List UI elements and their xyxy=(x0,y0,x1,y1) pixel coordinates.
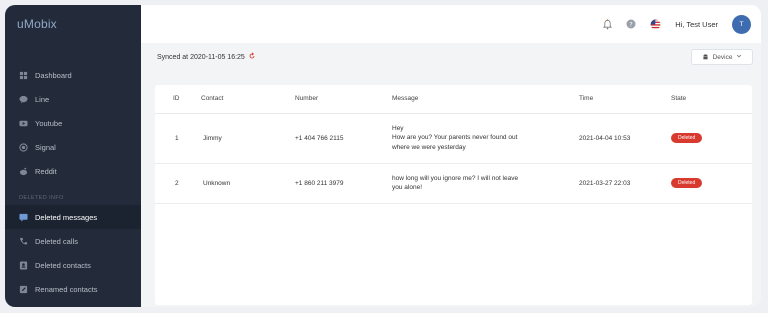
message-line: how long will you ignore me? I will not … xyxy=(392,174,519,182)
sidebar-item-label: Dashboard xyxy=(35,70,72,80)
avatar[interactable]: T xyxy=(732,14,751,34)
signal-icon xyxy=(19,142,28,152)
sidebar-item-label: Line xyxy=(35,94,50,104)
column-header-contact[interactable]: Contact xyxy=(183,85,277,114)
message-line: How are you? Your parents never found ou… xyxy=(392,134,518,142)
device-select[interactable]: Device xyxy=(691,49,753,65)
cell-number: +1 860 211 3979 xyxy=(277,163,374,204)
sidebar-item-deleted-contacts[interactable]: Deleted contacts xyxy=(5,253,141,277)
sidebar-item-label: Deleted messages xyxy=(35,212,98,222)
sidebar-item-signal[interactable]: Signal xyxy=(5,135,141,159)
android-icon xyxy=(702,53,709,62)
cell-message: how long will you ignore me? I will not … xyxy=(374,163,561,204)
section-label-deleted-info: DELETED INFO xyxy=(19,195,64,201)
message-line: Hey xyxy=(392,124,404,132)
line-icon xyxy=(19,95,28,104)
message-line: you alone! xyxy=(392,184,422,191)
column-header-number[interactable]: Number xyxy=(277,85,374,114)
table-row[interactable]: 1 Jimmy +1 404 766 2115 Hey How are you?… xyxy=(155,113,752,164)
sidebar-item-label: Youtube xyxy=(35,118,63,128)
sidebar-item-youtube[interactable]: Youtube xyxy=(5,111,141,135)
chevron-down-icon xyxy=(736,53,742,61)
column-header-id[interactable]: ID xyxy=(155,85,183,114)
cell-state: Deleted xyxy=(653,163,752,204)
cell-number: +1 404 766 2115 xyxy=(277,113,374,164)
sync-status-text: Synced at 2020-11-05 16:25 xyxy=(157,53,245,61)
contacts-icon xyxy=(19,260,28,270)
top-bar: ? Hi, Test User T xyxy=(141,5,761,43)
phone-icon xyxy=(19,237,28,246)
status-badge: Deleted xyxy=(671,178,703,188)
column-header-state[interactable]: State xyxy=(653,85,752,114)
sidebar-nav: Dashboard Line Youtube Signal Reddit DEL… xyxy=(5,63,141,301)
help-icon[interactable]: ? xyxy=(626,19,636,29)
cell-time: 2021-04-04 10:53 xyxy=(561,113,653,164)
app-logo[interactable]: uMobix xyxy=(17,17,57,31)
svg-text:?: ? xyxy=(629,20,632,28)
sidebar-item-deleted-calls[interactable]: Deleted calls xyxy=(5,229,141,253)
youtube-icon xyxy=(19,119,28,128)
sidebar-item-label: Reddit xyxy=(35,166,57,176)
sidebar-item-deleted-messages[interactable]: Deleted messages xyxy=(5,205,141,229)
sidebar-item-renamed-contacts[interactable]: Renamed contacts xyxy=(5,277,141,301)
deleted-messages-panel: ID Contact Number Message Time State 1 J… xyxy=(155,85,752,305)
cell-contact: Jimmy xyxy=(183,113,277,164)
us-flag-icon[interactable] xyxy=(650,19,661,30)
reddit-icon xyxy=(19,167,28,176)
cell-state: Deleted xyxy=(653,113,752,164)
sidebar-item-label: Signal xyxy=(35,142,56,152)
sidebar-item-label: Renamed contacts xyxy=(35,284,98,294)
message-icon xyxy=(19,213,28,222)
dashboard-icon xyxy=(19,71,28,80)
sidebar-item-label: Deleted calls xyxy=(35,236,78,246)
status-badge: Deleted xyxy=(671,133,703,143)
sync-status: Synced at 2020-11-05 16:25 xyxy=(157,52,256,62)
device-select-label: Device xyxy=(712,53,733,61)
column-header-message[interactable]: Message xyxy=(374,85,561,114)
deleted-messages-table: ID Contact Number Message Time State 1 J… xyxy=(155,85,752,204)
cell-time: 2021-03-27 22:03 xyxy=(561,163,653,204)
cell-contact: Unknown xyxy=(183,163,277,204)
sidebar-item-line[interactable]: Line xyxy=(5,87,141,111)
user-greeting[interactable]: Hi, Test User xyxy=(675,20,718,29)
sidebar-item-reddit[interactable]: Reddit xyxy=(5,159,141,183)
message-line: where we were yesterday xyxy=(392,143,466,151)
sidebar: uMobix Dashboard Line Youtube Signal Red… xyxy=(5,5,141,307)
bell-icon[interactable] xyxy=(603,18,613,30)
app-window: uMobix Dashboard Line Youtube Signal Red… xyxy=(5,5,761,307)
cell-message: Hey How are you? Your parents never foun… xyxy=(374,113,561,164)
sidebar-item-label: Deleted contacts xyxy=(35,260,91,270)
table-row[interactable]: 2 Unknown +1 860 211 3979 how long will … xyxy=(155,163,752,204)
column-header-time[interactable]: Time xyxy=(561,85,653,114)
main-content: ? Hi, Test User T Synced at 2020-11-05 1… xyxy=(141,5,761,307)
cell-id: 2 xyxy=(155,163,183,204)
table-header-row: ID Contact Number Message Time State xyxy=(155,85,752,114)
refresh-icon[interactable] xyxy=(248,52,256,62)
edit-icon xyxy=(19,285,28,294)
sidebar-item-dashboard[interactable]: Dashboard xyxy=(5,63,141,87)
cell-id: 1 xyxy=(155,113,183,164)
